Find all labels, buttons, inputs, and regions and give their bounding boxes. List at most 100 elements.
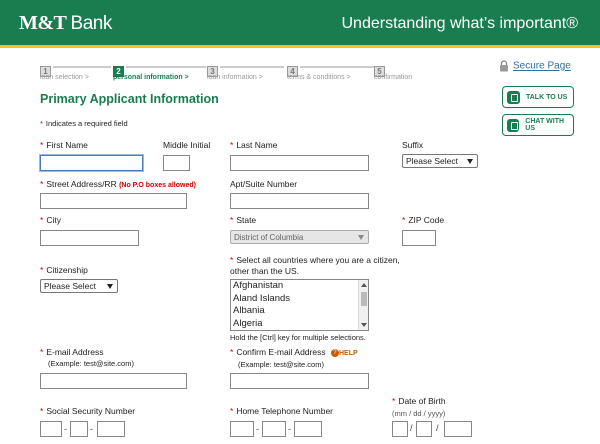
street-text: Street Address/RR: [46, 179, 117, 189]
step-label: loan information >: [207, 74, 263, 81]
chevron-down-icon: [467, 159, 473, 164]
phone-line-input[interactable]: [294, 421, 322, 437]
confirm-email-label: * Confirm E-mail Address ? HELP (Example: …: [230, 347, 358, 370]
zip-label: * ZIP Code: [402, 215, 444, 225]
help-link[interactable]: HELP: [339, 350, 358, 357]
confirm-email-input[interactable]: [230, 373, 369, 389]
citizenship-text: Citizenship: [46, 265, 88, 275]
home-phone-label: * Home Telephone Number: [230, 406, 333, 416]
required-mark: *: [40, 119, 43, 128]
list-item[interactable]: Algeria: [231, 318, 368, 331]
email-text: E-mail Address: [46, 347, 104, 357]
step-3: 3 loan information >: [207, 61, 284, 81]
suffix-value: Please Select: [406, 156, 458, 166]
city-label: * City: [40, 215, 61, 225]
ssn-dash: -: [90, 424, 93, 434]
tagline: Understanding what’s important®: [341, 15, 578, 32]
required-note-text: Indicates a required field: [45, 119, 128, 128]
dob-label: * Date of Birth (mm / dd / yyyy): [392, 395, 446, 420]
required-mark: *: [40, 179, 44, 189]
step-connector: [126, 66, 206, 68]
first-name-input[interactable]: [40, 155, 143, 171]
required-mark: *: [230, 215, 234, 225]
ssn-part2-input[interactable]: [70, 421, 88, 437]
step-label: confirmation: [374, 74, 413, 81]
phone-prefix-input[interactable]: [262, 421, 286, 437]
zip-code-input[interactable]: [402, 230, 436, 246]
last-name-label: * Last Name: [230, 140, 277, 150]
state-select[interactable]: District of Columbia: [230, 230, 369, 244]
dob-text: Date of Birth: [398, 396, 446, 406]
talk-to-us-button[interactable]: TALK TO US: [502, 86, 574, 108]
ssn-part1-input[interactable]: [40, 421, 62, 437]
step-label: loan selection >: [40, 74, 89, 81]
phone-dash: -: [288, 424, 291, 434]
step-label: terms & conditions >: [287, 74, 351, 81]
step-5: 5 confirmation: [374, 61, 412, 81]
lock-icon: [500, 60, 508, 72]
required-mark: *: [40, 406, 44, 416]
required-mark: *: [230, 255, 234, 265]
street-address-input[interactable]: [40, 193, 187, 209]
scroll-down-icon[interactable]: [361, 323, 367, 327]
citizenship-select[interactable]: Please Select: [40, 279, 118, 293]
dob-month-input[interactable]: [392, 421, 408, 437]
email-example: (Example: test@site.com): [48, 359, 134, 368]
chat-with-us-label: CHAT WITH US: [525, 118, 565, 132]
required-note: * Indicates a required field: [40, 119, 128, 128]
required-mark: *: [402, 215, 406, 225]
list-item[interactable]: Albania: [231, 305, 368, 318]
progress-steps: 1 loan selection > 2 personal informatio…: [40, 61, 440, 85]
scroll-thumb[interactable]: [361, 292, 367, 306]
last-name-input[interactable]: [230, 155, 369, 171]
city-input[interactable]: [40, 230, 139, 246]
step-connector: [300, 66, 374, 68]
list-item[interactable]: Aland Islands: [231, 293, 368, 306]
scroll-up-icon[interactable]: [361, 283, 367, 287]
citizenship-value: Please Select: [44, 281, 96, 291]
street-label: * Street Address/RR (No P.O boxes allowed…: [40, 179, 196, 189]
mt-bank-logo[interactable]: M&T Bank: [19, 12, 112, 35]
middle-initial-label: Middle Initial: [163, 140, 211, 150]
suffix-select[interactable]: Please Select: [402, 154, 478, 168]
email-input[interactable]: [40, 373, 187, 389]
list-item[interactable]: Afghanistan: [231, 280, 368, 293]
help-icon[interactable]: ?: [330, 348, 339, 357]
confirm-email-example: (Example: test@site.com): [238, 360, 324, 369]
talk-to-us-label: TALK TO US: [526, 93, 568, 101]
listbox-scrollbar[interactable]: [358, 280, 368, 330]
required-mark: *: [230, 347, 234, 357]
phone-icon: [507, 90, 520, 104]
step-2: 2 personal information >: [113, 61, 206, 81]
logo-mt-text: M&T: [19, 12, 67, 34]
required-mark: *: [40, 215, 44, 225]
countries-label-line2: other than the US.: [230, 266, 299, 276]
phone-area-input[interactable]: [230, 421, 254, 437]
countries-listbox[interactable]: Afghanistan Aland Islands Albania Algeri…: [230, 279, 369, 331]
first-name-label: * First Name: [40, 140, 88, 150]
ctrl-note: Hold the [Ctrl] key for multiple selecti…: [230, 333, 366, 342]
dob-slash: /: [410, 423, 413, 433]
dob-format: (mm / dd / yyyy): [392, 409, 446, 418]
required-mark: *: [40, 265, 44, 275]
ssn-text: Social Security Number: [46, 406, 136, 416]
citizenship-label: * Citizenship: [40, 265, 88, 275]
dob-year-input[interactable]: [444, 421, 472, 437]
zip-text: ZIP Code: [408, 215, 445, 225]
middle-initial-input[interactable]: [163, 155, 190, 171]
apt-suite-input[interactable]: [230, 193, 369, 209]
email-label: * E-mail Address (Example: test@site.com): [40, 347, 134, 369]
secure-page-link[interactable]: Secure Page: [499, 60, 571, 72]
confirm-email-text: Confirm E-mail Address: [236, 347, 326, 357]
dob-day-input[interactable]: [416, 421, 432, 437]
city-text: City: [46, 215, 61, 225]
suffix-label: Suffix: [402, 140, 424, 150]
ssn-part3-input[interactable]: [97, 421, 125, 437]
street-note: (No P.O boxes allowed): [119, 182, 196, 189]
required-mark: *: [230, 140, 234, 150]
ssn-label: * Social Security Number: [40, 406, 135, 416]
first-name-text: First Name: [46, 140, 88, 150]
countries-label-line1: Select all countries where you are a cit…: [236, 255, 400, 265]
chat-with-us-button[interactable]: CHAT WITH US: [502, 114, 574, 136]
step-4: 4 terms & conditions >: [287, 61, 374, 81]
